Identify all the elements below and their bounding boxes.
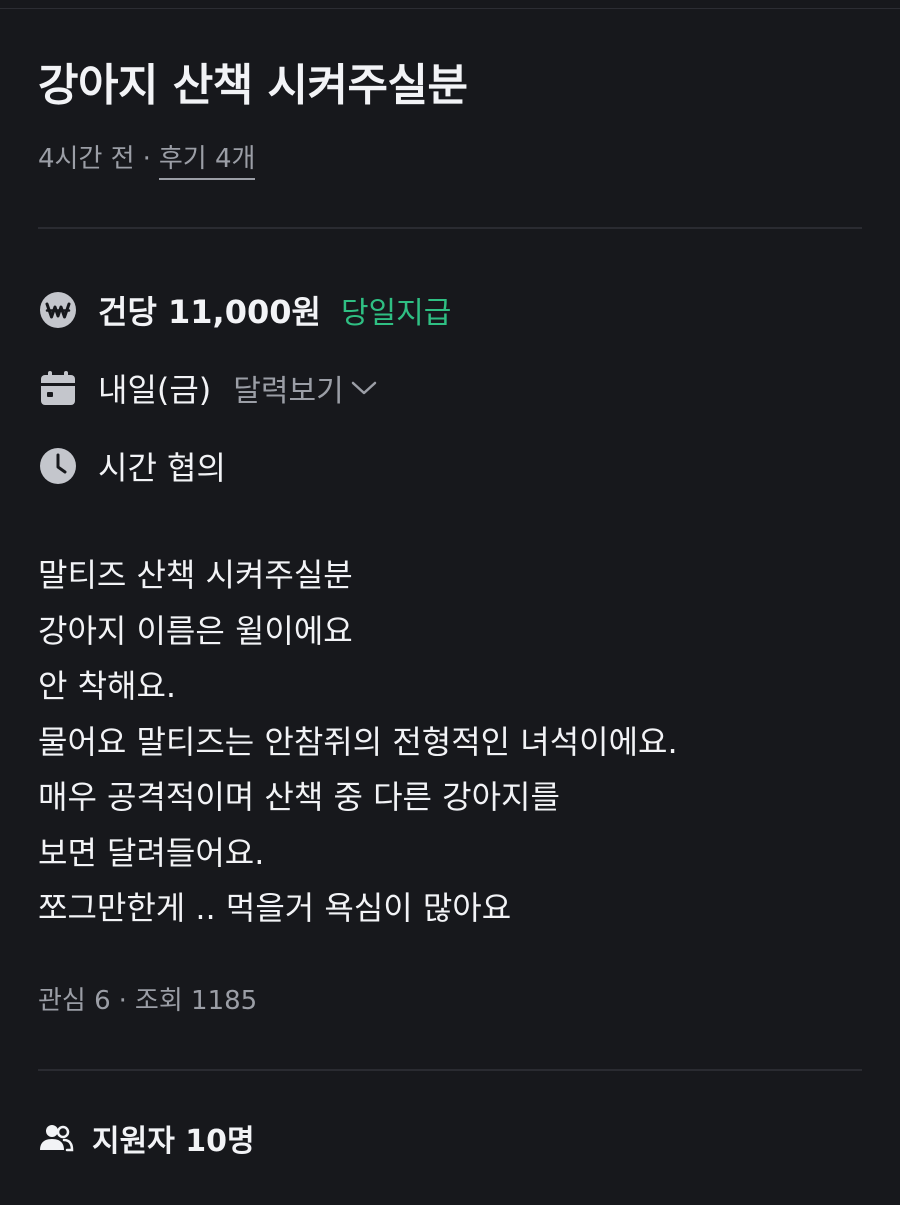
- reviews-link[interactable]: 후기 4개: [158, 144, 256, 180]
- description-line: 매우 공격적이며 산책 중 다른 강아지를: [38, 778, 560, 816]
- date-row: 내일(금) 달력보기: [38, 364, 378, 412]
- applicants-row[interactable]: 지원자 10명: [38, 1116, 255, 1160]
- work-date: 내일(금): [98, 371, 212, 409]
- post-meta: 4시간 전 · 후기 4개: [38, 142, 256, 180]
- meta-separator: ·: [142, 144, 151, 174]
- top-divider: [0, 8, 900, 9]
- applicants-count: 지원자 10명: [92, 1124, 255, 1159]
- time-row: 시간 협의: [38, 442, 226, 490]
- calendar-view-label: 달력보기: [233, 374, 344, 409]
- calendar-view-button[interactable]: 달력보기: [233, 366, 377, 410]
- people-icon: [38, 1123, 74, 1153]
- post-description: 말티즈 산책 시켜주실분 강아지 이름은 윌이에요 안 착해요. 물어요 말티즈…: [38, 548, 678, 937]
- work-time: 시간 협의: [98, 449, 226, 487]
- job-post-page: 강아지 산책 시켜주실분 4시간 전 · 후기 4개 건당 11,000원 당일지급: [0, 0, 900, 1205]
- clock-icon: [38, 446, 78, 486]
- description-line: 강아지 이름은 윌이에요: [38, 611, 353, 650]
- description-line: 보면 달려들어요.: [38, 833, 265, 872]
- section-divider: [38, 1069, 862, 1071]
- post-stats: 관심 6 · 조회 1185: [38, 984, 257, 1018]
- view-count: 조회 1185: [134, 986, 258, 1016]
- section-divider: [38, 227, 862, 229]
- calendar-icon: [38, 368, 78, 408]
- description-line: 안 착해요.: [38, 667, 177, 705]
- pay-amount: 건당 11,000원: [98, 293, 321, 331]
- stats-separator: ·: [118, 986, 127, 1016]
- same-day-pay-badge: 당일지급: [340, 296, 452, 331]
- description-line: 물어요 말티즈는 안참쥐의 전형적인 녀석이에요.: [38, 722, 678, 761]
- interest-count: 관심 6: [38, 986, 111, 1016]
- description-line: 말티즈 산책 시켜주실분: [38, 556, 353, 594]
- chevron-down-icon: [351, 381, 376, 395]
- won-coin-icon: [38, 290, 78, 330]
- post-title: 강아지 산책 시켜주실분: [38, 60, 468, 111]
- posted-time: 4시간 전: [38, 144, 135, 174]
- pay-row: 건당 11,000원 당일지급: [38, 286, 451, 334]
- description-line: 쪼그만한게 .. 먹을거 욕심이 많아요: [38, 889, 512, 927]
